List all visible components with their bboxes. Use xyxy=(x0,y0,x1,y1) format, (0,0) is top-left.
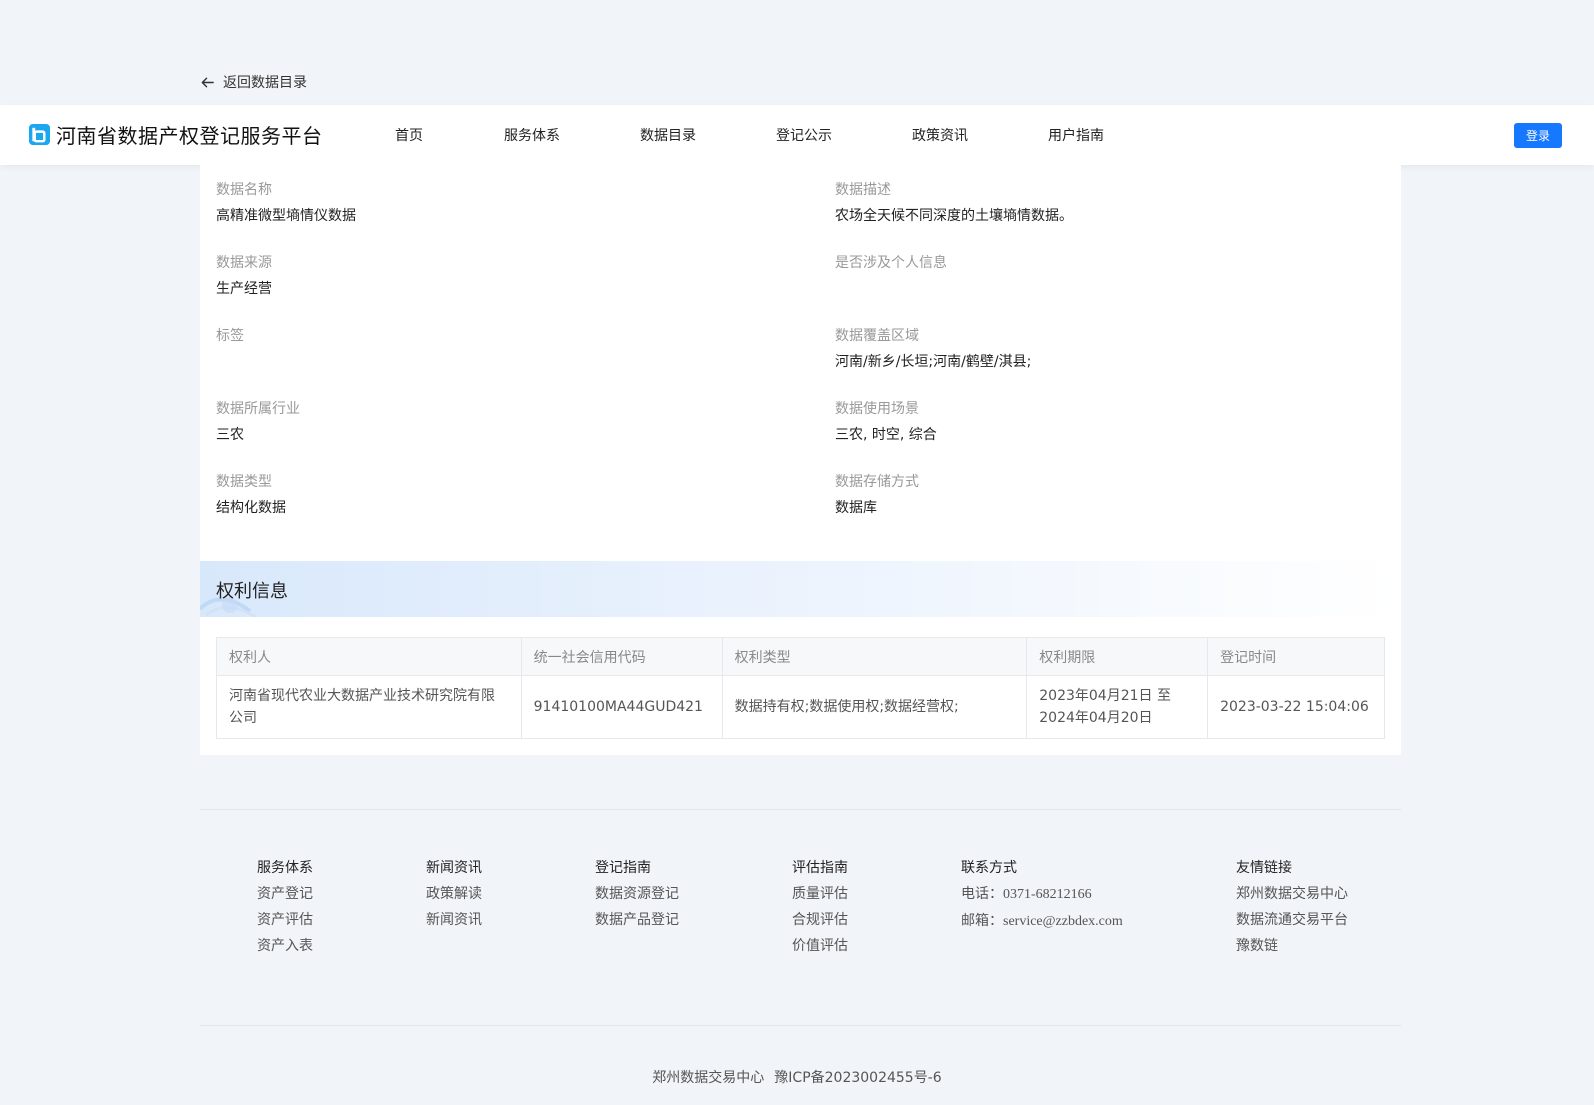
field-label: 数据名称 xyxy=(216,182,272,198)
back-link-label: 返回数据目录 xyxy=(223,75,307,91)
field-value: 三农, 时空, 综合 xyxy=(835,427,937,443)
footer-col-services: 服务体系 资产登记 资产评估 资产入表 xyxy=(257,858,313,956)
footer-contact-email: 邮箱：service@zzbdex.com xyxy=(961,911,1123,932)
footer-link-trading-platform[interactable]: 数据流通交易平台 xyxy=(1236,910,1348,930)
nav-data-catalog[interactable]: 数据目录 xyxy=(640,125,696,145)
field-tags: 标签 xyxy=(216,326,244,352)
cell-holder-line: 河南省现代农业大数据产业技术研究院有限 xyxy=(229,688,495,704)
phone-label: 电话： xyxy=(961,886,1003,902)
field-data-type: 数据类型 结构化数据 xyxy=(216,472,286,518)
field-industry: 数据所属行业 三农 xyxy=(216,399,300,445)
field-label: 标签 xyxy=(216,328,244,344)
field-value: 数据库 xyxy=(835,500,877,516)
cell-period: 2023年04月21日 至 2024年04月20日 xyxy=(1026,675,1209,739)
copyright-org: 郑州数据交易中心 xyxy=(652,1070,765,1086)
field-coverage-area: 数据覆盖区域 河南/新乡/长垣;河南/鹤壁/淇县; xyxy=(835,326,1031,372)
column-header-rights-type: 权利类型 xyxy=(721,637,1028,676)
cell-credit-code: 91410100MA44GUD421 xyxy=(520,675,723,739)
footer-col-contact: 联系方式 电话：0371-68212166 邮箱：service@zzbdex.… xyxy=(961,858,1123,932)
field-label: 数据使用场景 xyxy=(835,401,919,417)
back-to-catalog-link[interactable]: 返回数据目录 xyxy=(200,72,307,92)
footer-col-title: 服务体系 xyxy=(257,860,313,876)
footer-link-compliance-evaluation[interactable]: 合规评估 xyxy=(792,910,848,930)
footer-link-quality-evaluation[interactable]: 质量评估 xyxy=(792,884,848,904)
footer-col-friend-links: 友情链接 郑州数据交易中心 数据流通交易平台 豫数链 xyxy=(1236,858,1348,956)
field-data-name: 数据名称 高精准微型墒情仪数据 xyxy=(216,180,356,226)
nav-service-system[interactable]: 服务体系 xyxy=(504,125,560,145)
phone-number: 0371-68212166 xyxy=(1003,887,1092,902)
footer-link-resource-registration[interactable]: 数据资源登记 xyxy=(595,884,679,904)
footer-col-title: 新闻资讯 xyxy=(426,860,482,876)
field-personal-info: 是否涉及个人信息 xyxy=(835,253,947,279)
field-value: 生产经营 xyxy=(216,281,272,297)
email-address[interactable]: service@zzbdex.com xyxy=(1003,914,1123,929)
cell-holder-line: 公司 xyxy=(229,710,257,726)
field-value: 三农 xyxy=(216,427,244,443)
footer-link-yushulian[interactable]: 豫数链 xyxy=(1236,936,1348,956)
field-label: 数据类型 xyxy=(216,474,272,490)
rights-section-title: 权利信息 xyxy=(216,581,288,602)
cell-holder: 河南省现代农业大数据产业技术研究院有限 公司 xyxy=(216,675,522,739)
nav-registration-notice[interactable]: 登记公示 xyxy=(776,125,832,145)
field-label: 数据所属行业 xyxy=(216,401,300,417)
field-label: 数据覆盖区域 xyxy=(835,328,919,344)
footer-col-title: 友情链接 xyxy=(1236,860,1292,876)
column-header-period: 权利期限 xyxy=(1026,637,1209,676)
footer-copyright: 郑州数据交易中心 豫ICP备2023002455号-6 xyxy=(0,1067,1594,1087)
field-label: 是否涉及个人信息 xyxy=(835,255,947,271)
field-label: 数据来源 xyxy=(216,255,272,271)
footer-link-value-evaluation[interactable]: 价值评估 xyxy=(792,936,848,956)
footer-link-news[interactable]: 新闻资讯 xyxy=(426,910,482,930)
rights-table: 权利人 统一社会信用代码 权利类型 权利期限 登记时间 河南省现代农业大数据产业… xyxy=(216,637,1385,739)
footer-divider-top xyxy=(200,809,1401,810)
cell-period-line: 2023年04月21日 至 xyxy=(1039,688,1171,704)
cell-period-line: 2024年04月20日 xyxy=(1039,710,1153,726)
column-header-credit-code: 统一社会信用代码 xyxy=(520,637,723,676)
column-header-registered-at: 登记时间 xyxy=(1207,637,1385,676)
footer-link-asset-registration[interactable]: 资产登记 xyxy=(257,884,313,904)
footer-link-asset-evaluation[interactable]: 资产评估 xyxy=(257,910,313,930)
field-data-description: 数据描述 农场全天候不同深度的土壤墒情数据。 xyxy=(835,180,1073,226)
cell-rights-type: 数据持有权;数据使用权;数据经营权; xyxy=(721,675,1028,739)
footer-link-policy[interactable]: 政策解读 xyxy=(426,884,482,904)
table-header-row: 权利人 统一社会信用代码 权利类型 权利期限 登记时间 xyxy=(216,637,1385,676)
field-label: 数据存储方式 xyxy=(835,474,919,490)
footer-link-asset-booking[interactable]: 资产入表 xyxy=(257,936,313,956)
footer-link-zzbdex[interactable]: 郑州数据交易中心 xyxy=(1236,884,1348,904)
platform-title: 河南省数据产权登记服务平台 xyxy=(56,124,323,148)
field-label: 数据描述 xyxy=(835,182,891,198)
footer-col-title: 登记指南 xyxy=(595,860,651,876)
footer-col-title: 评估指南 xyxy=(792,860,848,876)
field-value: 河南/新乡/长垣;河南/鹤壁/淇县; xyxy=(835,354,1032,370)
nav-policy-news[interactable]: 政策资讯 xyxy=(912,125,968,145)
footer-col-news: 新闻资讯 政策解读 新闻资讯 xyxy=(426,858,482,930)
icp-number[interactable]: 豫ICP备2023002455号-6 xyxy=(774,1070,941,1086)
data-detail-card: 数据名称 高精准微型墒情仪数据 数据描述 农场全天候不同深度的土壤墒情数据。 数… xyxy=(200,165,1401,755)
footer-col-evaluation-guide: 评估指南 质量评估 合规评估 价值评估 xyxy=(792,858,848,956)
email-label: 邮箱： xyxy=(961,913,1003,929)
footer-link-product-registration[interactable]: 数据产品登记 xyxy=(595,910,679,930)
login-button[interactable]: 登录 xyxy=(1514,123,1562,148)
cell-registered-at: 2023-03-22 15:04:06 xyxy=(1207,675,1385,739)
rights-section-header: 权利信息 xyxy=(200,561,1401,617)
field-data-source: 数据来源 生产经营 xyxy=(216,253,272,299)
field-storage-method: 数据存储方式 数据库 xyxy=(835,472,919,518)
arrow-left-icon xyxy=(201,77,214,87)
field-value: 农场全天候不同深度的土壤墒情数据。 xyxy=(835,208,1073,224)
brand[interactable]: 河南省数据产权登记服务平台 xyxy=(29,120,323,149)
field-usage-scenario: 数据使用场景 三农, 时空, 综合 xyxy=(835,399,937,445)
nav-user-guide[interactable]: 用户指南 xyxy=(1048,125,1104,145)
column-header-holder: 权利人 xyxy=(216,637,522,676)
footer-divider-bottom xyxy=(200,1025,1401,1026)
platform-logo-icon xyxy=(29,124,50,145)
nav-home[interactable]: 首页 xyxy=(395,125,423,145)
field-value: 结构化数据 xyxy=(216,500,286,516)
footer-contact-phone: 电话：0371-68212166 xyxy=(961,884,1123,905)
footer-col-title: 联系方式 xyxy=(961,860,1017,876)
footer-col-registration-guide: 登记指南 数据资源登记 数据产品登记 xyxy=(595,858,679,930)
field-value: 高精准微型墒情仪数据 xyxy=(216,208,356,224)
top-navbar: 河南省数据产权登记服务平台 首页 服务体系 数据目录 登记公示 政策资讯 用户指… xyxy=(0,105,1594,165)
table-row: 河南省现代农业大数据产业技术研究院有限 公司 91410100MA44GUD42… xyxy=(216,675,1385,739)
